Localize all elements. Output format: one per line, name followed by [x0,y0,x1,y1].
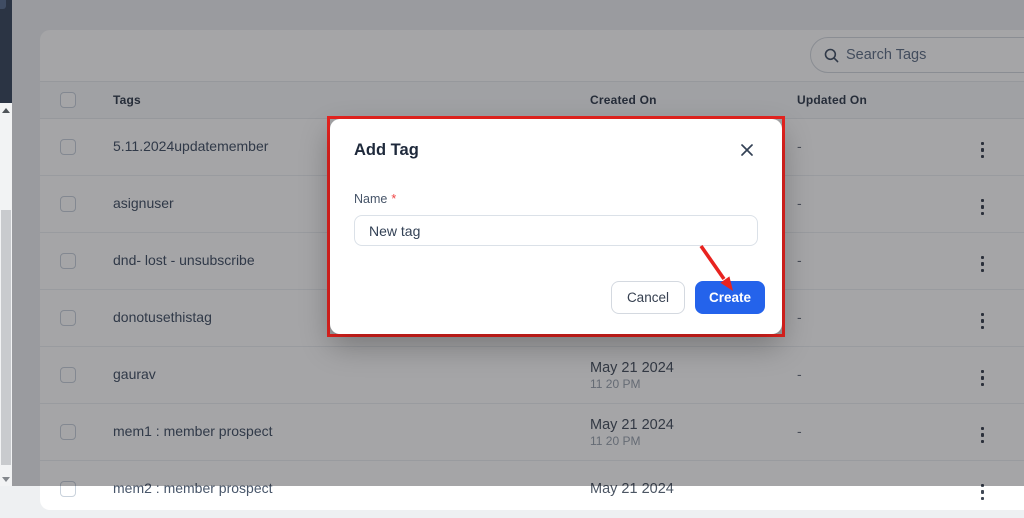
name-field-label: Name [354,192,388,206]
required-asterisk: * [391,192,397,206]
close-icon[interactable] [738,141,756,159]
add-tag-modal: Add Tag Name* Cancel Create [330,119,782,334]
modal-title: Add Tag [354,141,419,159]
scrollbar-thumb[interactable] [1,210,11,465]
sidebar-tab [0,0,6,9]
scrollbar-up-arrow-icon[interactable] [0,103,12,117]
cancel-button[interactable]: Cancel [610,281,685,314]
vertical-scrollbar[interactable] [0,103,12,486]
app-sidebar-edge [0,0,12,103]
annotation-arrow [699,244,733,291]
scrollbar-down-arrow-icon[interactable] [0,472,12,486]
